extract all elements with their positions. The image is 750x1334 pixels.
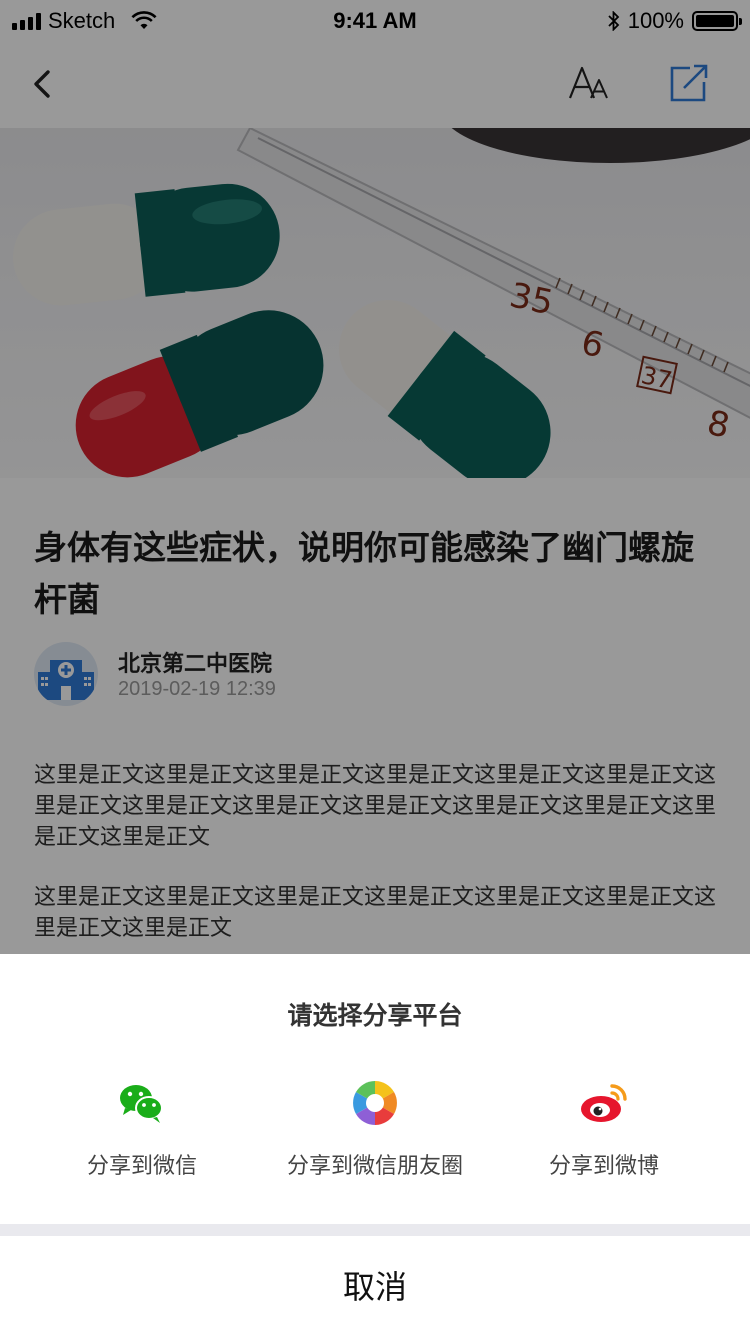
sheet-divider xyxy=(0,1224,750,1236)
moments-icon xyxy=(353,1081,397,1125)
share-moments-option[interactable]: 分享到微信朋友圈 xyxy=(255,1078,495,1180)
wechat-icon xyxy=(120,1085,163,1123)
share-sheet-title: 请选择分享平台 xyxy=(287,1001,463,1030)
weibo-icon xyxy=(581,1084,627,1122)
share-weibo-label: 分享到微博 xyxy=(548,1154,659,1179)
share-weibo-option[interactable]: 分享到微博 xyxy=(484,1078,724,1180)
cancel-button[interactable]: 取消 xyxy=(0,1236,750,1334)
share-wechat-option[interactable]: 分享到微信 xyxy=(22,1078,262,1180)
share-wechat-label: 分享到微信 xyxy=(86,1154,197,1179)
share-moments-label: 分享到微信朋友圈 xyxy=(286,1154,463,1179)
share-sheet: 请选择分享平台 分享到微信 分享到微信朋友圈 分享到微博 取消 xyxy=(0,954,750,1334)
modal-overlay[interactable] xyxy=(0,0,750,954)
